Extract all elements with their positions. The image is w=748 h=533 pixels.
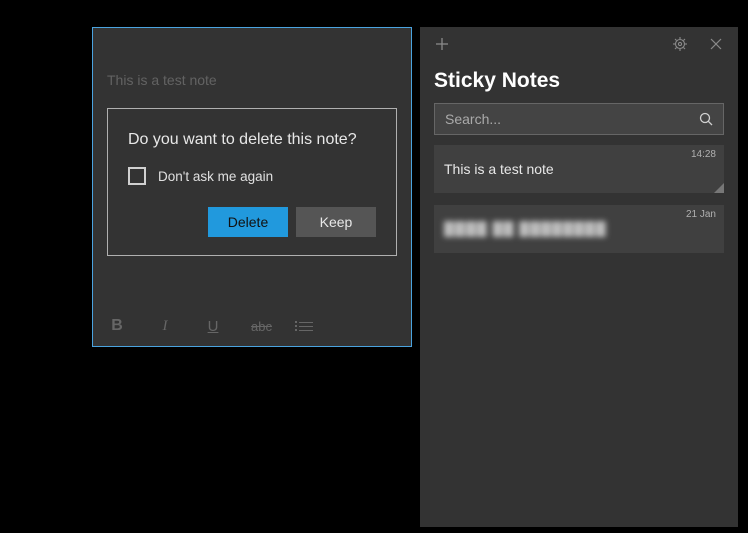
list-header — [420, 27, 738, 61]
bullet-list-button[interactable] — [299, 322, 319, 331]
format-toolbar: B I U abc — [93, 306, 411, 346]
underline-button[interactable]: U — [203, 318, 223, 335]
note-list-item[interactable]: 21 Jan ████ ██ ████████ — [434, 205, 724, 253]
note-timestamp: 14:28 — [691, 149, 716, 160]
search-box — [434, 103, 724, 135]
note-timestamp: 21 Jan — [686, 209, 716, 220]
note-editor-window: This is a test note Do you want to delet… — [92, 27, 412, 347]
keep-button[interactable]: Keep — [296, 207, 376, 237]
note-preview: This is a test note — [444, 161, 714, 177]
dont-ask-label: Don't ask me again — [158, 169, 273, 184]
strikethrough-button[interactable]: abc — [251, 319, 271, 334]
note-preview: ████ ██ ████████ — [444, 221, 714, 237]
note-body[interactable]: This is a test note Do you want to delet… — [93, 28, 411, 306]
dialog-button-row: Delete Keep — [128, 207, 376, 237]
notes-list: 14:28 This is a test note 21 Jan ████ ██… — [420, 145, 738, 265]
dialog-checkbox-row: Don't ask me again — [128, 167, 376, 185]
new-note-button[interactable] — [424, 27, 460, 61]
delete-confirm-dialog: Do you want to delete this note? Don't a… — [107, 108, 397, 256]
search-icon — [698, 111, 714, 127]
search-input[interactable] — [435, 111, 689, 127]
folded-corner-icon — [714, 183, 724, 193]
close-icon — [709, 37, 723, 51]
gear-icon — [672, 36, 688, 52]
dialog-message: Do you want to delete this note? — [128, 131, 376, 149]
note-content-text: This is a test note — [107, 72, 397, 88]
dont-ask-checkbox[interactable] — [128, 167, 146, 185]
plus-icon — [434, 36, 450, 52]
note-list-item[interactable]: 14:28 This is a test note — [434, 145, 724, 193]
close-panel-button[interactable] — [698, 27, 734, 61]
notes-list-panel: Sticky Notes 14:28 This is a test note 2… — [420, 27, 738, 527]
bold-button[interactable]: B — [107, 317, 127, 335]
italic-button[interactable]: I — [155, 318, 175, 335]
search-button[interactable] — [689, 104, 723, 134]
delete-button[interactable]: Delete — [208, 207, 288, 237]
panel-title: Sticky Notes — [420, 61, 738, 103]
settings-button[interactable] — [662, 27, 698, 61]
